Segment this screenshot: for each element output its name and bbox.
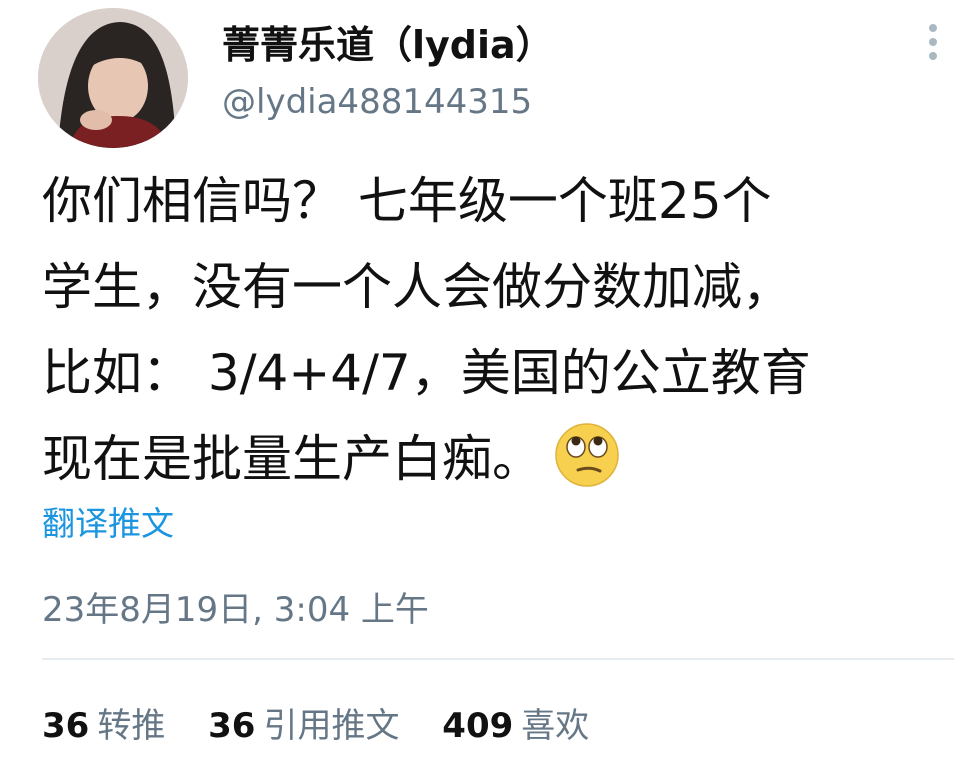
avatar[interactable] [38, 8, 188, 148]
translate-tweet-link[interactable]: 翻译推文 [42, 497, 174, 545]
avatar-photo [38, 8, 188, 148]
likes-label: 喜欢 [521, 706, 590, 746]
more-options-icon[interactable] [918, 20, 948, 64]
engagement-stats: 36 转推 36 引用推文 409 喜欢 [42, 698, 621, 747]
tweet-timestamp[interactable]: 23年8月19日, 3:04 上午 [42, 582, 429, 631]
tweet-text-line: 现在是批量生产白痴。 [42, 430, 542, 488]
tweet-text-line: 你们相信吗？ 七年级一个班25个 [42, 172, 772, 230]
author-display-name[interactable]: 菁菁乐道（lydia） [222, 14, 554, 69]
retweets-label: 转推 [97, 706, 166, 746]
likes-stat[interactable]: 409 喜欢 [442, 698, 589, 747]
quote-tweets-stat[interactable]: 36 引用推文 [208, 698, 399, 747]
tweet-text-line: 学生，没有一个人会做分数加减， [42, 258, 792, 316]
retweets-stat[interactable]: 36 转推 [42, 698, 165, 747]
quotes-label: 引用推文 [263, 706, 400, 746]
tweet-card: 菁菁乐道（lydia） @lydia488144315 你们相信吗？ 七年级一个… [0, 0, 969, 775]
divider [42, 658, 954, 660]
quotes-count: 36 [208, 706, 256, 746]
tweet-text-line-last: 现在是批量生产白痴。 [42, 416, 952, 502]
tweet-text: 你们相信吗？ 七年级一个班25个 学生，没有一个人会做分数加减， 比如： 3/4… [42, 158, 952, 502]
retweets-count: 36 [42, 706, 90, 746]
tweet-text-line: 比如： 3/4+4/7，美国的公立教育 [42, 344, 811, 402]
author-handle[interactable]: @lydia488144315 [222, 82, 532, 122]
likes-count: 409 [442, 706, 514, 746]
eye-roll-emoji-icon [554, 422, 620, 488]
